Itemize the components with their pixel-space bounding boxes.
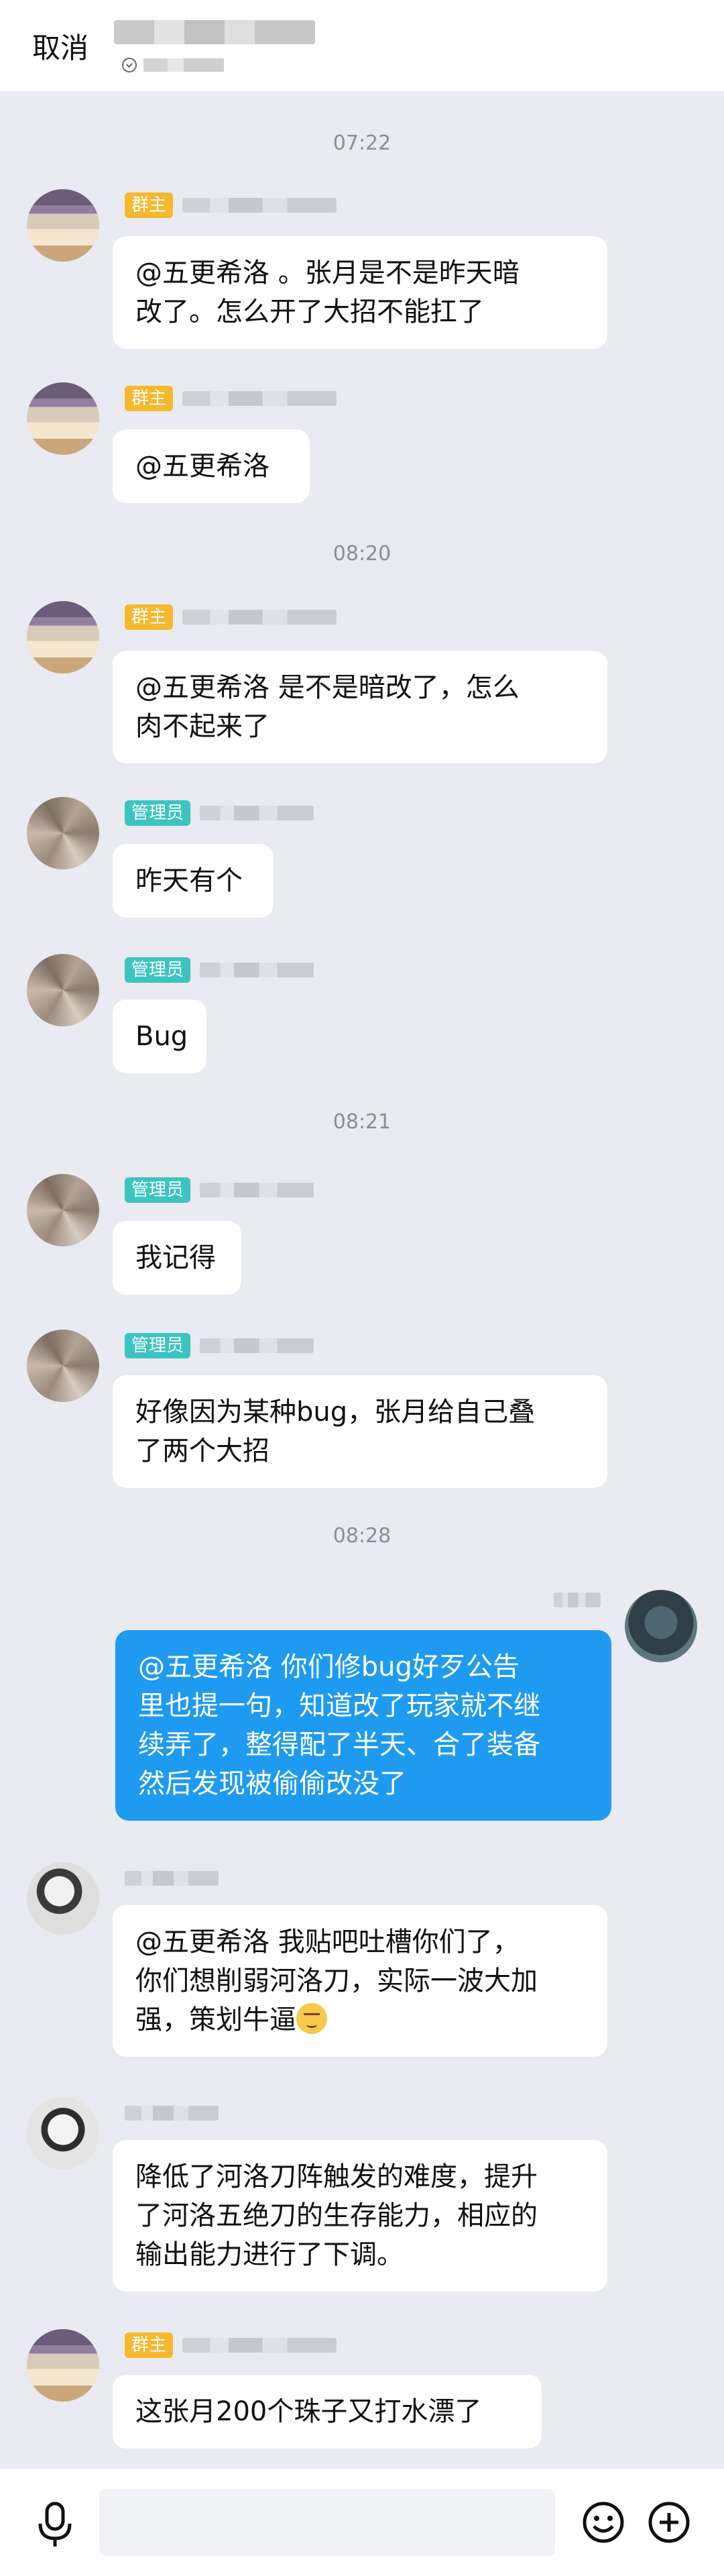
message-bubble[interactable]: 昨天有个 [113,844,274,918]
avatar[interactable] [27,382,99,455]
avatar[interactable] [27,189,99,262]
owner-badge: 群主 [125,386,174,411]
sender-meta: 群主 [125,192,337,219]
avatar[interactable] [27,2329,99,2402]
sender-name-blurred [182,391,337,406]
admin-badge: 管理员 [125,800,191,826]
message-line: 改了。怎么开了大招不能扛了 [135,297,484,327]
message-line: 强，策划牛逼 [135,2000,585,2039]
microphone-icon[interactable] [34,2501,76,2549]
avatar[interactable] [27,601,99,674]
message-line: Bug [135,1021,188,1052]
smirk-emoji-icon [296,2003,327,2034]
message-line: @五更希洛 是不是暗改了，怎么 [135,672,520,703]
message-line: @五更希洛 [135,451,269,482]
sender-meta: 管理员 [125,800,314,826]
timestamp: 07:22 [333,131,391,155]
message-bubble[interactable]: @五更希洛 是不是暗改了，怎么 肉不起来了 [113,651,607,763]
sender-name-blurred [554,1593,601,1607]
message-line: 昨天有个 [135,865,243,896]
message-line: 了两个大招 [135,1436,269,1466]
avatar[interactable] [27,797,99,869]
chat-subtitle [122,56,224,74]
message-line: 了河洛五绝刀的生存能力，相应的 [135,2200,538,2231]
sender-name-blurred [200,1183,314,1197]
timestamp: 08:28 [333,1524,391,1548]
timestamp: 08:20 [333,542,391,566]
owner-badge: 群主 [125,193,174,218]
avatar[interactable] [27,954,99,1026]
message-line: 输出能力进行了下调。 [135,2239,404,2270]
cancel-button[interactable]: 取消 [32,25,88,66]
message-bubble[interactable]: 降低了河洛刀阵触发的难度，提升 了河洛五绝刀的生存能力，相应的 输出能力进行了下… [113,2140,607,2292]
message-bubble[interactable]: @五更希洛 [113,429,310,503]
sender-name-blurred [200,1338,314,1353]
message-bubble[interactable]: 好像因为某种bug，张月给自己叠 了两个大招 [113,1375,607,1488]
message-input[interactable] [99,2489,555,2556]
message-bubble-self[interactable]: @五更希洛 你们修bug好歹公告 里也提一句，知道改了玩家就不继 续弄了，整得配… [115,1630,611,1821]
admin-badge: 管理员 [125,1333,191,1358]
subtitle-blurred [143,58,224,72]
sender-name-blurred [182,2338,337,2353]
message-bubble[interactable]: 这张月200个珠子又打水漂了 [113,2375,542,2449]
plus-circle-icon[interactable] [648,2501,690,2544]
message-bubble[interactable]: 我记得 [113,1221,241,1295]
message-line: 然后发现被偷偷改没了 [138,1768,406,1799]
sender-meta: 群主 [125,385,337,412]
sender-name-blurred [182,198,337,213]
owner-badge: 群主 [125,2332,174,2358]
sender-meta: 管理员 [125,1332,314,1359]
message-line: 续弄了，整得配了半天、合了装备 [138,1729,540,1760]
message-bubble[interactable]: @五更希洛 。张月是不是昨天暗 改了。怎么开了大招不能扛了 [113,236,607,349]
message-bubble[interactable]: Bug [113,1000,206,1073]
sender-name-blurred [125,1871,219,1886]
sender-name-blurred [182,610,337,625]
message-line: 好像因为某种bug，张月给自己叠 [135,1397,536,1428]
message-bubble[interactable]: @五更希洛 我贴吧吐槽你们了， 你们想削弱河洛刀，实际一波大加 强，策划牛逼 [113,1905,607,2057]
message-line: @五更希洛 你们修bug好歹公告 [138,1652,520,1682]
chat-title-blurred [114,20,315,44]
smiley-icon[interactable] [582,2501,625,2544]
sender-meta [125,1865,219,1892]
avatar[interactable] [27,1862,99,1935]
message-line: 肉不起来了 [135,711,269,742]
message-line: 降低了河洛刀阵触发的难度，提升 [135,2161,538,2192]
sender-name-blurred [200,806,314,820]
owner-badge: 群主 [125,604,174,630]
sender-meta: 管理员 [125,957,314,983]
sender-meta: 群主 [125,2332,337,2359]
admin-badge: 管理员 [125,1177,191,1203]
timestamp: 08:21 [333,1110,391,1134]
admin-badge: 管理员 [125,957,191,983]
message-line: @五更希洛 我贴吧吐槽你们了， [135,1927,520,1957]
message-line: 你们想削弱河洛刀，实际一波大加 [135,1966,538,1996]
avatar[interactable] [27,1174,99,1246]
sender-name-blurred [200,963,314,977]
avatar[interactable] [625,1590,697,1662]
sender-meta: 管理员 [125,1177,314,1203]
sender-name-blurred [125,2106,219,2121]
avatar[interactable] [27,2097,99,2169]
sender-meta: 群主 [125,604,337,631]
message-line: 里也提一句，知道改了玩家就不继 [138,1690,540,1721]
message-line: @五更希洛 。张月是不是昨天暗 [135,258,520,288]
input-bar [0,2469,724,2576]
check-circle-icon [122,58,137,72]
avatar[interactable] [27,1330,99,1402]
message-line: 我记得 [135,1242,216,1273]
sender-meta [125,2100,219,2127]
top-bar: 取消 [0,0,724,91]
message-line: 这张月200个珠子又打水漂了 [135,2396,482,2427]
